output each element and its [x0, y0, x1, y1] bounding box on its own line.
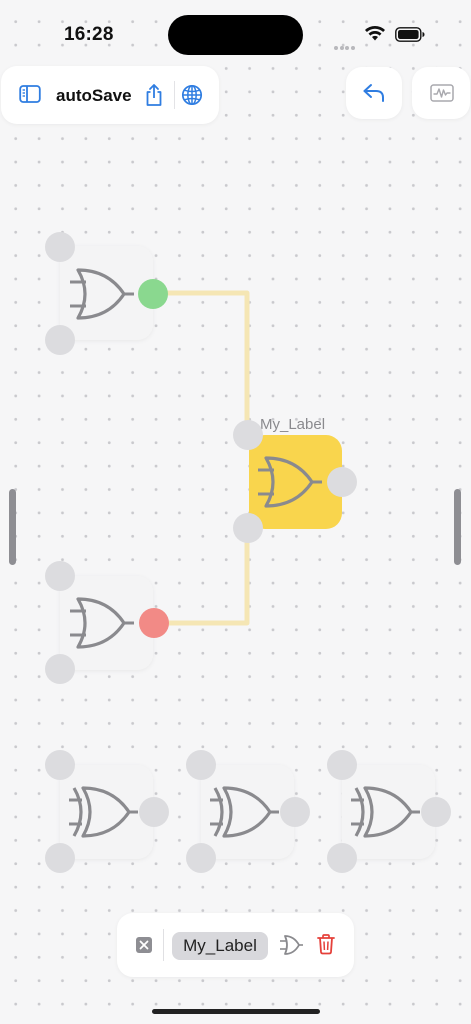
gate-or-1-input-1[interactable]: [45, 232, 75, 262]
gate-or-2-input-1[interactable]: [233, 420, 263, 450]
gate-xor-1[interactable]: [45, 750, 169, 873]
gate-xor-1-input-1[interactable]: [45, 750, 75, 780]
gate-or-2-input-2[interactable]: [233, 513, 263, 543]
gate-or-2-label: My_Label: [260, 416, 325, 433]
gate-xor-2-input-2[interactable]: [186, 843, 216, 873]
label-chip[interactable]: My_Label: [172, 932, 268, 960]
gate-xor-2[interactable]: [186, 750, 310, 873]
gate-xor-3[interactable]: [327, 750, 451, 873]
gate-or-3-output-low[interactable]: [139, 608, 169, 638]
gate-or-1[interactable]: [45, 232, 168, 355]
gate-or-1-input-2[interactable]: [45, 325, 75, 355]
home-indicator: [152, 1009, 320, 1014]
gate-xor-2-input-1[interactable]: [186, 750, 216, 780]
selection-bar: My_Label: [117, 913, 354, 977]
delete-button[interactable]: [316, 933, 336, 960]
close-icon: [139, 940, 149, 950]
circuit-canvas[interactable]: My_Label: [0, 0, 471, 1024]
gate-or-3-input-2[interactable]: [45, 654, 75, 684]
selection-bar-divider: [163, 929, 164, 961]
or-gate-icon: [280, 935, 303, 955]
gate-xor-2-output[interactable]: [280, 797, 310, 827]
gate-xor-3-input-1[interactable]: [327, 750, 357, 780]
gate-xor-1-input-2[interactable]: [45, 843, 75, 873]
wire-g1-to-g2[interactable]: [153, 290, 250, 434]
gate-or-2-output[interactable]: [327, 467, 357, 497]
gate-or-3[interactable]: [45, 561, 169, 684]
gate-or-2-selected[interactable]: My_Label: [233, 416, 357, 543]
trash-icon: [317, 934, 335, 955]
gate-or-3-input-1[interactable]: [45, 561, 75, 591]
wire-g3-to-g2[interactable]: [154, 528, 250, 626]
gate-or-1-output-high[interactable]: [138, 279, 168, 309]
gate-xor-1-output[interactable]: [139, 797, 169, 827]
deselect-button[interactable]: [136, 937, 152, 953]
gate-xor-3-output[interactable]: [421, 797, 451, 827]
gate-xor-3-input-2[interactable]: [327, 843, 357, 873]
gate-type-button[interactable]: [279, 934, 303, 961]
